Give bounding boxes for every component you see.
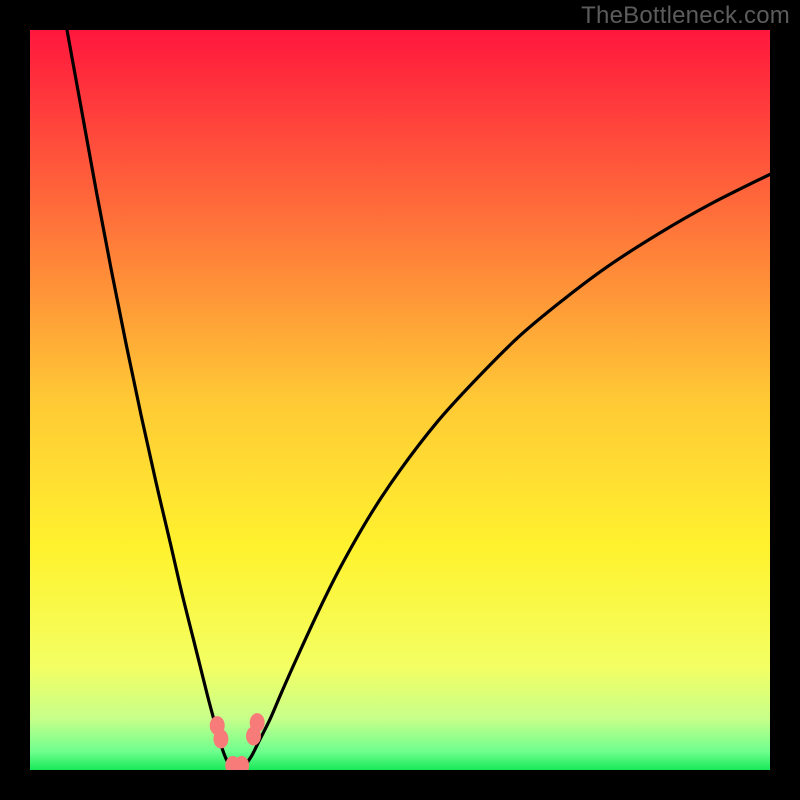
watermark-text: TheBottleneck.com (581, 2, 790, 30)
data-markers (30, 30, 770, 770)
marker-5 (250, 713, 265, 732)
marker-1 (213, 729, 228, 748)
plot-area (30, 30, 770, 770)
chart-frame: TheBottleneck.com (0, 0, 800, 800)
